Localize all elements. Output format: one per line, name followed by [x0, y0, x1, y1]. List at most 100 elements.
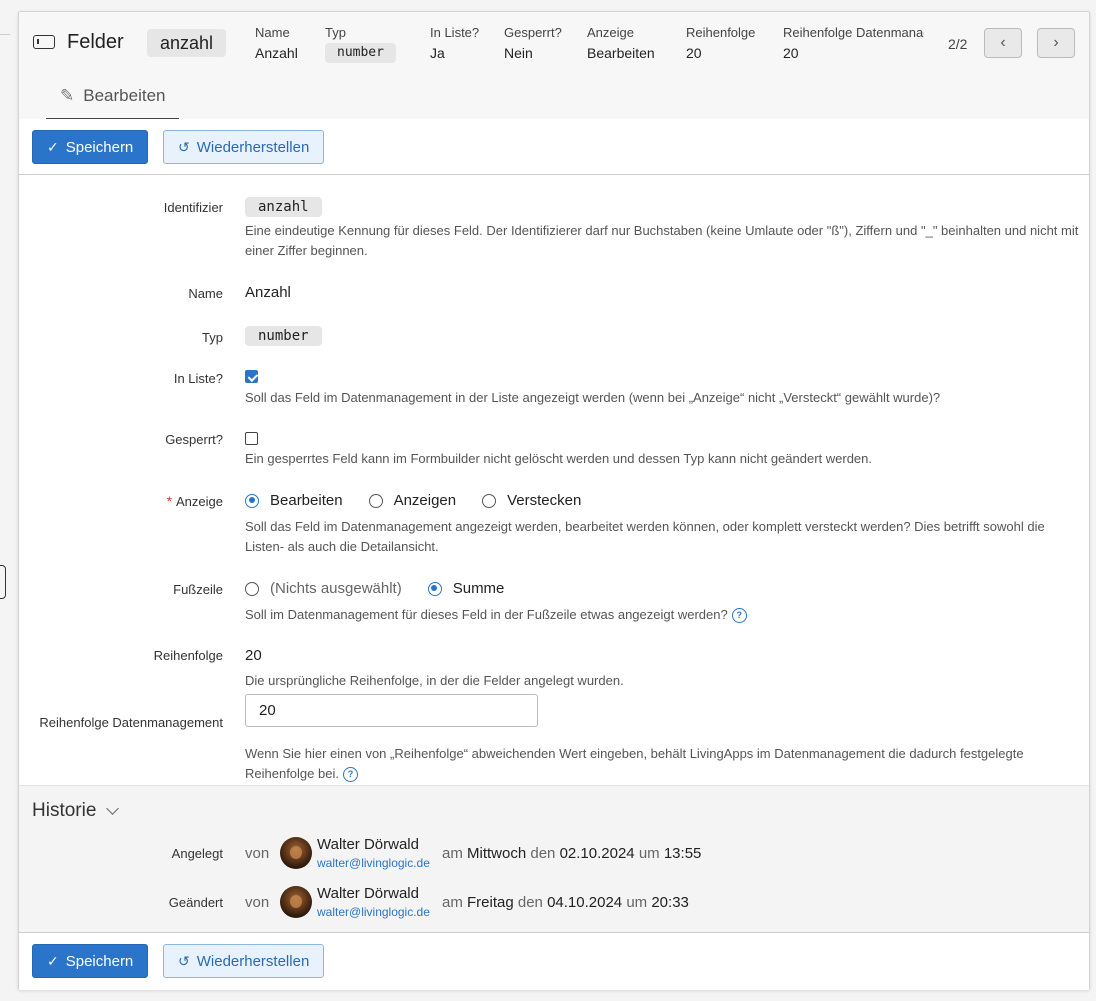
meta-label: Name [255, 25, 290, 40]
option-label: (Nichts ausgewählt) [270, 580, 402, 597]
identifier-help: Eine eindeutige Kennung für dieses Feld.… [245, 223, 1079, 258]
name-value: Anzahl [245, 284, 291, 301]
radio-selected-icon [427, 581, 442, 596]
option-label: Summe [452, 580, 505, 597]
order-dm-help-text: Wenn Sie hier einen von „Reihenfolge“ ab… [245, 746, 1024, 781]
background-divider [0, 34, 10, 35]
help-icon[interactable]: ? [342, 767, 358, 783]
save-button[interactable]: ✓ Speichern [32, 130, 149, 164]
footer-option-none[interactable]: (Nichts ausgewählt) [245, 580, 402, 597]
history-toggle[interactable]: Historie [32, 800, 120, 822]
identifier-badge: anzahl [147, 29, 227, 57]
chevron-left-icon: ‹ [1000, 34, 1006, 51]
footer-option-summe[interactable]: Summe [427, 580, 505, 597]
radio-empty-icon [482, 493, 497, 508]
history-changed-row: Geändert von Walter Dörwald walter@livin… [19, 885, 1089, 921]
display-option-verstecken[interactable]: Verstecken [482, 492, 581, 509]
restore-button-bottom[interactable]: ↺ Wiederherstellen [163, 944, 325, 978]
order-value: 20 [245, 647, 262, 664]
restore-label: Wiederherstellen [196, 138, 310, 156]
next-button[interactable]: › [1037, 28, 1075, 58]
history-section: Historie Angelegt von Walter Dörwald wal… [19, 785, 1089, 933]
save-label: Speichern [65, 138, 134, 156]
radio-empty-icon [368, 493, 383, 508]
header: Felder anzahl Name Anzahl Typ number In … [19, 12, 1089, 75]
um-text: um [638, 845, 660, 862]
user-name: Walter Dörwald [317, 836, 419, 853]
user-name: Walter Dörwald [317, 885, 419, 902]
in-list-checkbox[interactable] [245, 370, 258, 383]
user-email-link[interactable]: walter@livinglogic.de [317, 905, 430, 919]
meta-locked: Gesperrt? Nein [504, 25, 562, 63]
tab-label: Bearbeiten [83, 86, 166, 105]
meta-label: Gesperrt? [504, 25, 562, 40]
radio-selected-icon [245, 493, 259, 508]
meta-value: number [325, 43, 396, 63]
in-list-help: Soll das Feld im Datenmanagement in der … [245, 390, 941, 405]
display-help: Soll das Feld im Datenmanagement angezei… [245, 519, 1045, 554]
history-label: Angelegt [171, 846, 223, 861]
page-title: Felder [67, 31, 124, 53]
save-label: Speichern [65, 952, 134, 970]
required-mark: * [166, 493, 173, 509]
weekday: Freitag [467, 894, 514, 911]
field-editor-panel: Felder anzahl Name Anzahl Typ number In … [18, 11, 1090, 990]
save-button-bottom[interactable]: ✓ Speichern [32, 944, 149, 978]
tab-bar: ✎ Bearbeiten [19, 74, 1089, 120]
check-icon: ✓ [47, 952, 59, 969]
date: 02.10.2024 [559, 845, 635, 862]
top-toolbar: ✓ Speichern ↺ Wiederherstellen [19, 119, 1089, 175]
in-list-label: In Liste? [173, 371, 223, 386]
order-help: Die ursprüngliche Reihenfolge, in der di… [245, 673, 624, 688]
display-option-bearbeiten[interactable]: Bearbeiten [245, 492, 343, 509]
meta-in-list: In Liste? Ja [430, 25, 479, 63]
radio-empty-icon [245, 581, 259, 596]
type-badge: number [245, 326, 322, 346]
meta-label: Reihenfolge [686, 25, 756, 40]
footer-label: Fußzeile [173, 582, 223, 597]
locked-help: Ein gesperrtes Feld kann im Formbuilder … [245, 451, 873, 466]
display-label: * Anzeige [167, 493, 223, 509]
window-icon [33, 35, 55, 49]
um-text: um [626, 894, 648, 911]
time: 20:33 [651, 894, 689, 911]
tab-bearbeiten[interactable]: ✎ Bearbeiten [46, 74, 180, 120]
meta-label: In Liste? [430, 25, 480, 40]
type-label: Typ [202, 330, 223, 345]
meta-order-dm: Reihenfolge Datenmanagement 20 [783, 25, 924, 63]
meta-name: Name Anzahl [255, 25, 298, 63]
avatar [280, 837, 312, 869]
order-dm-input[interactable] [245, 694, 538, 727]
meta-value: 20 [783, 45, 799, 61]
display-option-anzeigen[interactable]: Anzeigen [368, 492, 456, 509]
weekday: Mittwoch [467, 845, 527, 862]
history-title: Historie [32, 800, 97, 821]
order-label: Reihenfolge [153, 648, 223, 663]
date: 04.10.2024 [547, 894, 623, 911]
check-icon: ✓ [47, 138, 59, 155]
footer-radio-group: (Nichts ausgewählt) Summe [245, 580, 530, 597]
den-text: den [530, 845, 556, 862]
identifier-badge: anzahl [245, 197, 322, 217]
user-email-link[interactable]: walter@livinglogic.de [317, 856, 430, 870]
order-dm-help: Wenn Sie hier einen von „Reihenfolge“ ab… [245, 744, 1081, 784]
bottom-toolbar: ✓ Speichern ↺ Wiederherstellen [19, 932, 1089, 990]
identifier-label: Identifizier [163, 200, 223, 215]
undo-icon: ↺ [178, 952, 190, 969]
meta-label: Reihenfolge Datenmanagement [783, 25, 924, 40]
footer-help-text: Soll im Datenmanagement für dieses Feld … [245, 607, 728, 622]
meta-label: Anzeige [587, 25, 634, 40]
footer-help: Soll im Datenmanagement für dieses Feld … [245, 605, 1081, 625]
previous-button[interactable]: ‹ [984, 28, 1022, 58]
undo-icon: ↺ [178, 138, 190, 155]
option-label: Verstecken [507, 492, 582, 509]
restore-button[interactable]: ↺ Wiederherstellen [163, 130, 325, 164]
display-label-text: Anzeige [176, 494, 223, 509]
meta-value: Ja [430, 45, 445, 61]
history-timestamp: am Freitag den 04.10.2024 um 20:33 [442, 894, 689, 911]
meta-value: Anzahl [255, 45, 298, 61]
pencil-icon: ✎ [60, 86, 75, 105]
locked-checkbox[interactable] [245, 432, 258, 445]
help-icon[interactable]: ? [731, 608, 747, 624]
field-form: Identifizier anzahl Eine eindeutige Kenn… [19, 175, 1089, 785]
